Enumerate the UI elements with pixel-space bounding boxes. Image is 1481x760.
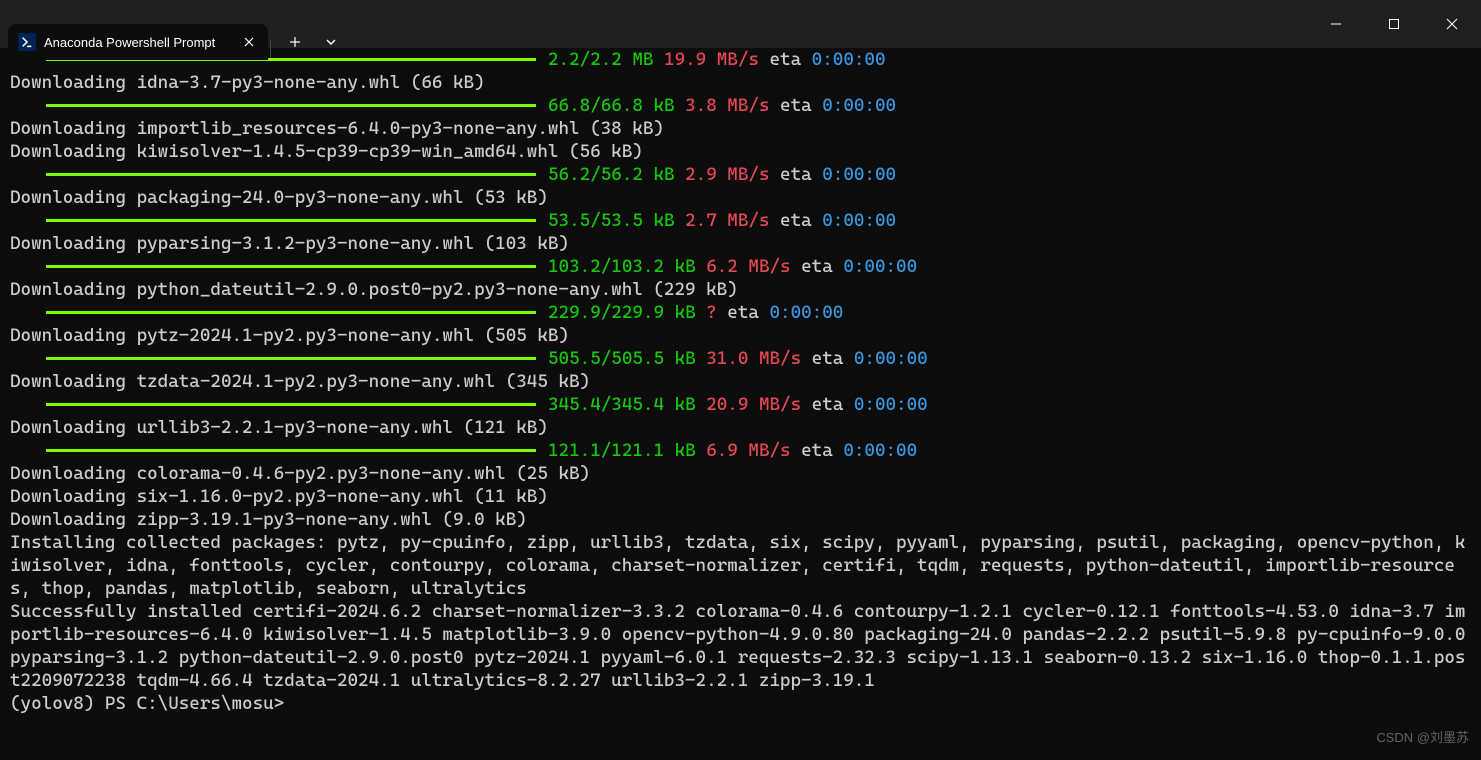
- window-controls: [1307, 0, 1481, 48]
- progress-line: 66.8/66.8 kB 3.8 MB/s eta 0:00:00: [10, 94, 1471, 117]
- progress-bar: [46, 173, 536, 176]
- terminal-line: Downloading python_dateutil-2.9.0.post0-…: [10, 278, 1471, 301]
- progress-stats: 505.5/505.5 kB 31.0 MB/s eta 0:00:00: [548, 347, 928, 370]
- terminal-line: Downloading colorama-0.4.6-py2.py3-none-…: [10, 462, 1471, 485]
- progress-bar: [46, 357, 536, 360]
- progress-stats: 121.1/121.1 kB 6.9 MB/s eta 0:00:00: [548, 439, 917, 462]
- terminal-line: Downloading packaging-24.0-py3-none-any.…: [10, 186, 1471, 209]
- terminal-line: Downloading six-1.16.0-py2.py3-none-any.…: [10, 485, 1471, 508]
- terminal-line: Downloading urllib3-2.2.1-py3-none-any.w…: [10, 416, 1471, 439]
- progress-line: 345.4/345.4 kB 20.9 MB/s eta 0:00:00: [10, 393, 1471, 416]
- terminal-line: Downloading importlib_resources-6.4.0-py…: [10, 117, 1471, 140]
- powershell-icon: [18, 33, 36, 51]
- progress-stats: 53.5/53.5 kB 2.7 MB/s eta 0:00:00: [548, 209, 896, 232]
- tab-close-button[interactable]: [240, 33, 258, 51]
- progress-stats: 229.9/229.9 kB ? eta 0:00:00: [548, 301, 843, 324]
- maximize-button[interactable]: [1365, 0, 1423, 48]
- tab-strip: Anaconda Powershell Prompt: [0, 0, 349, 60]
- watermark: CSDN @刘墨苏: [1376, 727, 1469, 746]
- tab-active[interactable]: Anaconda Powershell Prompt: [8, 24, 268, 60]
- terminal-line: Downloading kiwisolver-1.4.5-cp39-cp39-w…: [10, 140, 1471, 163]
- progress-bar: [46, 265, 536, 268]
- progress-line: 229.9/229.9 kB ? eta 0:00:00: [10, 301, 1471, 324]
- terminal-line: Downloading tzdata-2024.1-py2.py3-none-a…: [10, 370, 1471, 393]
- close-window-button[interactable]: [1423, 0, 1481, 48]
- progress-stats: 345.4/345.4 kB 20.9 MB/s eta 0:00:00: [548, 393, 928, 416]
- progress-stats: 66.8/66.8 kB 3.8 MB/s eta 0:00:00: [548, 94, 896, 117]
- new-tab-button[interactable]: [277, 24, 313, 60]
- terminal-line: Downloading zipp-3.19.1-py3-none-any.whl…: [10, 508, 1471, 531]
- titlebar: Anaconda Powershell Prompt: [0, 0, 1481, 48]
- progress-stats: 2.2/2.2 MB 19.9 MB/s eta 0:00:00: [548, 48, 886, 71]
- terminal-line: Downloading pyparsing-3.1.2-py3-none-any…: [10, 232, 1471, 255]
- tab-title: Anaconda Powershell Prompt: [44, 35, 232, 50]
- terminal-line: Installing collected packages: pytz, py-…: [10, 531, 1471, 600]
- terminal-line: Successfully installed certifi-2024.6.2 …: [10, 600, 1471, 692]
- progress-line: 103.2/103.2 kB 6.2 MB/s eta 0:00:00: [10, 255, 1471, 278]
- progress-bar: [46, 403, 536, 406]
- terminal-line: (yolov8) PS C:\Users\mosu>: [10, 692, 1471, 715]
- progress-bar: [46, 449, 536, 452]
- tab-dropdown-button[interactable]: [313, 24, 349, 60]
- tab-divider: [270, 40, 271, 60]
- progress-line: 53.5/53.5 kB 2.7 MB/s eta 0:00:00: [10, 209, 1471, 232]
- progress-bar: [46, 311, 536, 314]
- terminal-line: Downloading pytz-2024.1-py2.py3-none-any…: [10, 324, 1471, 347]
- terminal-output[interactable]: 2.2/2.2 MB 19.9 MB/s eta 0:00:00Download…: [0, 48, 1481, 715]
- terminal-line: Downloading idna-3.7-py3-none-any.whl (6…: [10, 71, 1471, 94]
- progress-bar: [46, 219, 536, 222]
- progress-line: 56.2/56.2 kB 2.9 MB/s eta 0:00:00: [10, 163, 1471, 186]
- progress-line: 121.1/121.1 kB 6.9 MB/s eta 0:00:00: [10, 439, 1471, 462]
- progress-bar: [46, 104, 536, 107]
- minimize-button[interactable]: [1307, 0, 1365, 48]
- progress-stats: 56.2/56.2 kB 2.9 MB/s eta 0:00:00: [548, 163, 896, 186]
- progress-stats: 103.2/103.2 kB 6.2 MB/s eta 0:00:00: [548, 255, 917, 278]
- progress-line: 505.5/505.5 kB 31.0 MB/s eta 0:00:00: [10, 347, 1471, 370]
